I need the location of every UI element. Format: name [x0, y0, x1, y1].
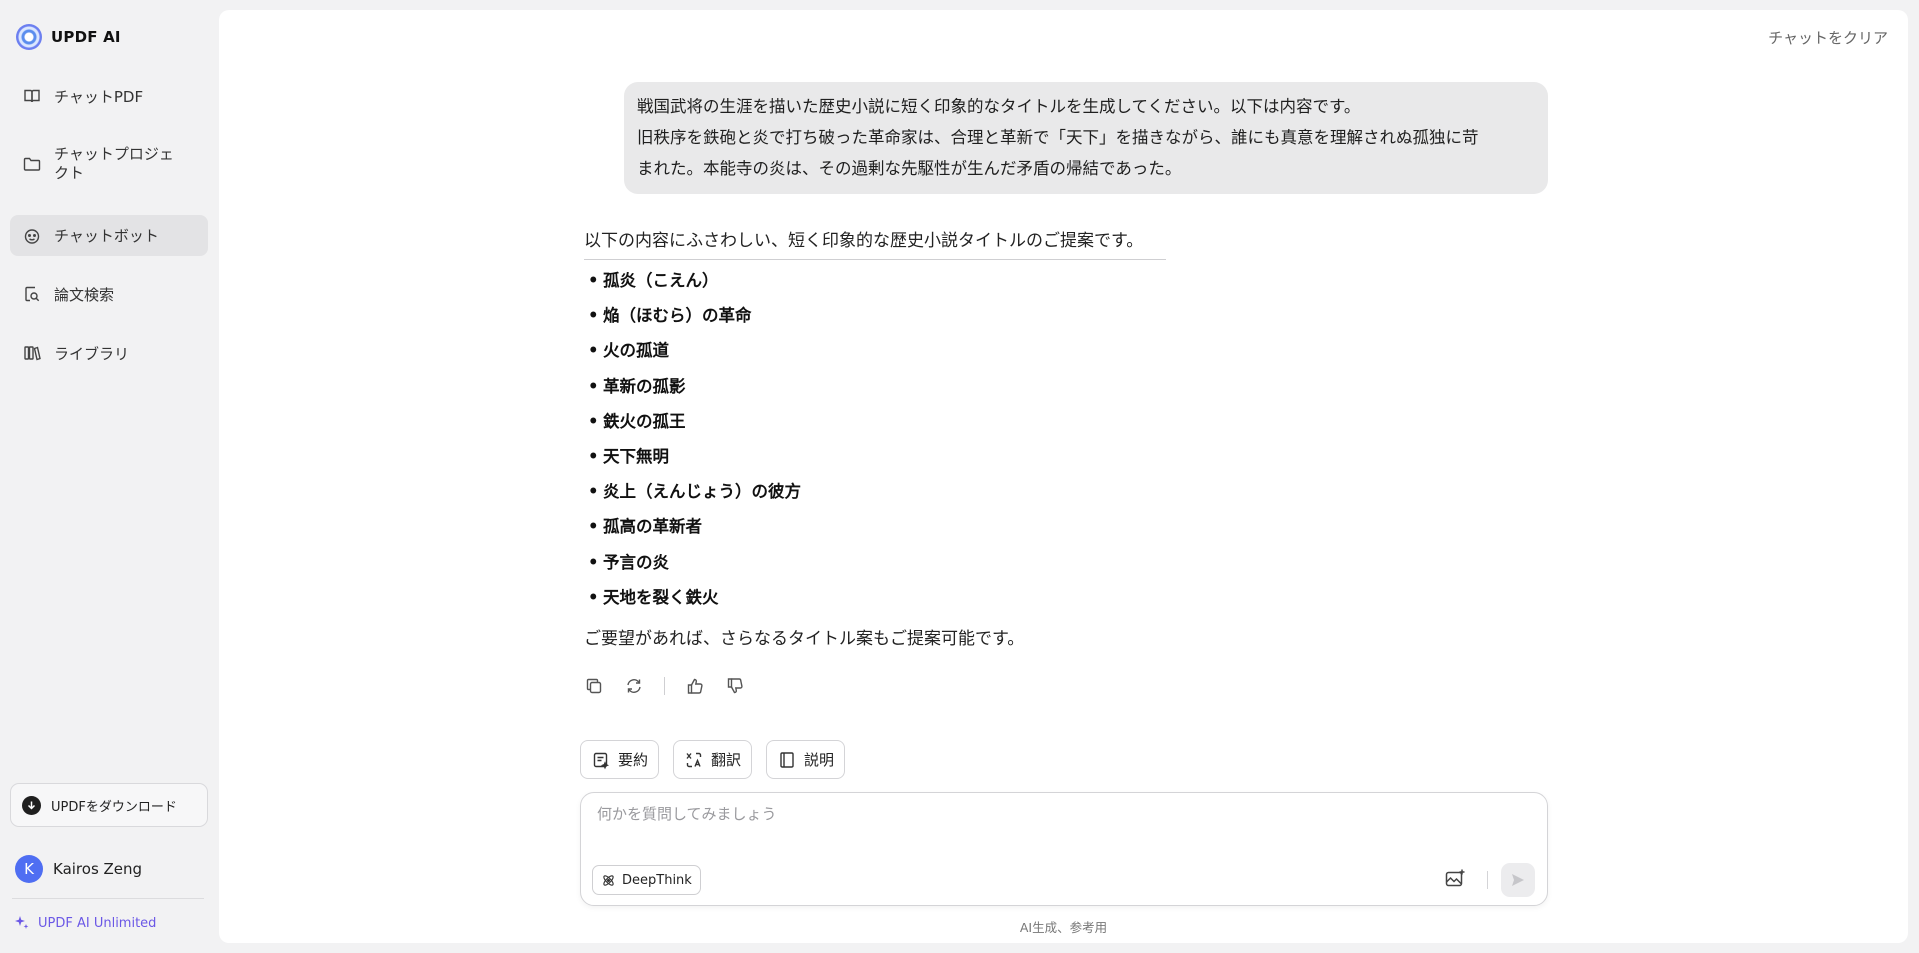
user-message-line: 戦国武将の生涯を描いた歴史小説に短く印象的なタイトルを生成してください。以下は内…: [637, 97, 1361, 116]
sidebar-item-label: チャットボット: [54, 227, 159, 245]
sidebar-item-label: チャットPDF: [54, 87, 144, 106]
download-icon: [22, 795, 41, 815]
image-upload-icon[interactable]: [1443, 867, 1467, 891]
list-item: • 孤炎（こえん）: [588, 271, 719, 290]
chat-input[interactable]: [597, 805, 1527, 823]
bot-icon: [22, 226, 42, 246]
user-name: Kairos Zeng: [53, 860, 143, 878]
folder-icon: [22, 154, 42, 174]
explain-button[interactable]: 説明: [766, 740, 846, 779]
chat-composer: DeepThink: [580, 792, 1548, 906]
ai-disclaimer: AI生成、参考用: [1019, 920, 1108, 935]
search-document-icon: [22, 284, 42, 304]
quick-action-label: 翻訳: [711, 751, 742, 769]
list-item: • 孤高の革新者: [588, 517, 702, 537]
sidebar-item-paper-search[interactable]: 論文検索: [10, 276, 208, 312]
chat-panel: チャットをクリア 戦国武将の生涯を描いた歴史小説に短く印象的なタイトルを生成して…: [219, 10, 1908, 943]
quick-actions: 要約 翻訳 説明: [580, 740, 846, 779]
copy-icon[interactable]: [584, 676, 604, 696]
avatar: K: [15, 855, 43, 883]
list-item: • 焔（ほむら）の革命: [588, 306, 752, 326]
send-icon: [1512, 874, 1524, 886]
list-item: • 革新の孤影: [588, 376, 686, 396]
app-name: UPDF AI: [51, 28, 121, 46]
plan-link[interactable]: UPDF AI Unlimited: [14, 915, 156, 931]
regenerate-icon[interactable]: [624, 676, 644, 696]
divider: [664, 677, 665, 695]
brand[interactable]: UPDF AI: [16, 24, 121, 50]
title-list: • 孤炎（こえん） • 焔（ほむら）の革命 • 火の孤道 • 革新の孤影 • 鉄火の孤王 …: [584, 269, 1484, 621]
explain-book-icon: [780, 751, 794, 768]
clear-chat-button[interactable]: チャットをクリア: [1768, 27, 1888, 48]
message-actions: [584, 676, 745, 696]
list-item: • 天下無明: [588, 446, 669, 466]
deepthink-toggle[interactable]: DeepThink: [592, 865, 701, 895]
sparkle-icon: [15, 916, 29, 929]
sidebar-item-label: ライブラリ: [54, 344, 130, 363]
list-item: • 火の孤道: [588, 341, 669, 361]
list-item: • 鉄火の孤王: [588, 411, 686, 431]
summary-icon: [593, 752, 610, 769]
quick-action-label: 要約: [618, 751, 649, 769]
list-item: • 炎上（えんじょう）の彼方: [588, 482, 801, 502]
list-item: • 天地を裂く鉄火: [588, 587, 719, 607]
sidebar-item-chatbot[interactable]: チャットボット: [10, 215, 208, 256]
user-message: 戦国武将の生涯を描いた歴史小説に短く印象的なタイトルを生成してください。以下は内…: [624, 82, 1548, 194]
user-profile[interactable]: K Kairos Zeng: [15, 855, 142, 883]
user-message-line: まれた。本能寺の炎は、その過剰な先駆性が生んだ矛盾の帰結であった。: [637, 159, 1182, 178]
user-message-line: 旧秩序を鉄砲と炎で打ち破った革命家は、合理と革新で「天下」を描きながら、誰にも真…: [637, 128, 1479, 147]
sidebar-item-library[interactable]: ライブラリ: [10, 335, 208, 371]
answer-intro: 以下の内容にふさわしい、短く印象的な歴史小説タイトルのご提案です。: [584, 226, 1166, 260]
thumbs-down-icon[interactable]: [725, 676, 745, 696]
plan-label: UPDF AI Unlimited: [38, 915, 157, 931]
divider: [1487, 871, 1488, 889]
send-button[interactable]: [1501, 863, 1535, 897]
sidebar: UPDF AI チャットPDF チャットプロジェクト チャットボット 論文検索 …: [0, 0, 218, 953]
sidebar-item-label: チャットプロジェクト: [54, 145, 174, 182]
thumbs-up-icon[interactable]: [685, 676, 705, 696]
updf-logo-icon: [16, 24, 42, 50]
deepthink-label: DeepThink: [622, 872, 692, 888]
divider: [12, 898, 204, 899]
assistant-message: 以下の内容にふさわしい、短く印象的な歴史小説タイトルのご提案です。 • 孤炎（こえ…: [584, 226, 1484, 649]
translate-button[interactable]: 翻訳: [673, 740, 753, 779]
download-updf-button[interactable]: UPDFをダウンロード: [10, 783, 208, 827]
translate-icon: [686, 752, 702, 767]
sidebar-item-label: 論文検索: [54, 285, 115, 304]
list-item: • 予言の炎: [588, 552, 669, 572]
answer-outro: ご要望があれば、さらなるタイトル案もご提案可能です。: [584, 628, 1025, 649]
summarize-button[interactable]: 要約: [580, 740, 660, 779]
atom-icon: [603, 874, 614, 886]
quick-action-label: 説明: [804, 751, 835, 769]
sidebar-item-chat-pdf[interactable]: チャットPDF: [10, 78, 208, 114]
library-icon: [22, 343, 42, 363]
download-label: UPDFをダウンロード: [51, 799, 177, 815]
book-open-icon: [22, 86, 42, 106]
sidebar-item-chat-project[interactable]: チャットプロジェクト: [10, 136, 208, 192]
